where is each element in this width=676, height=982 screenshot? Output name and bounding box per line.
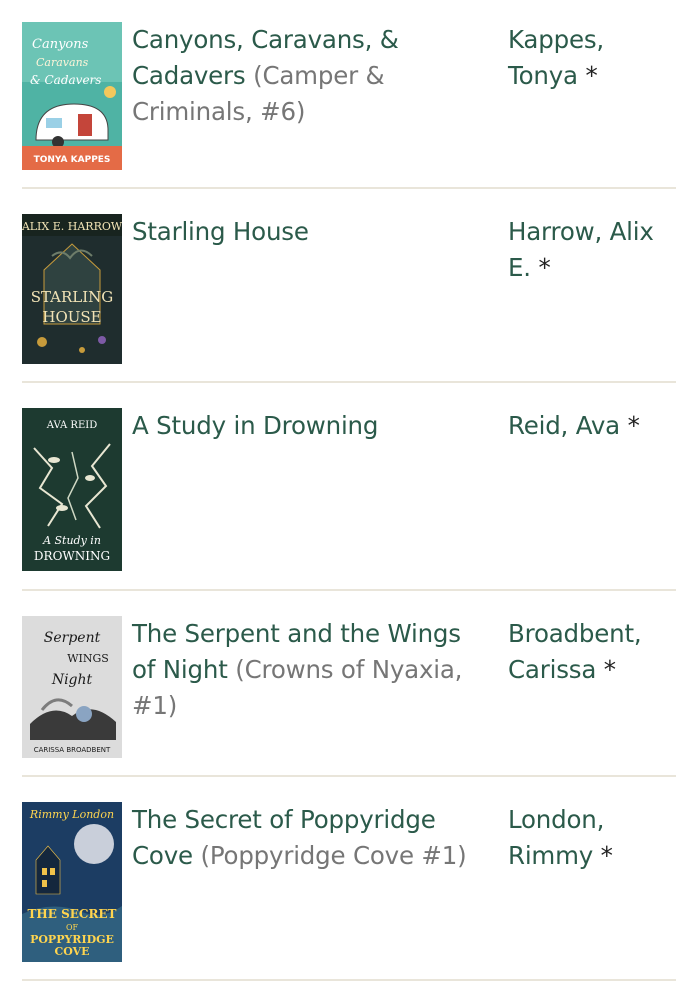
row-divider (22, 381, 676, 383)
book-title-link[interactable]: Starling House (132, 217, 309, 246)
book-cover-link[interactable]: Rimmy London THE SECRET OF POPPYRIDGE CO… (22, 802, 122, 962)
author-marker: * (538, 253, 551, 282)
svg-text:HOUSE: HOUSE (42, 308, 101, 326)
svg-text:DROWNING: DROWNING (34, 549, 110, 563)
book-cover-image: Rimmy London THE SECRET OF POPPYRIDGE CO… (22, 802, 122, 962)
svg-text:Caravans: Caravans (36, 56, 89, 69)
book-cover-link[interactable]: ALIX E. HARROW STARLING HOUSE (22, 214, 122, 364)
author-marker: * (603, 655, 616, 684)
book-cover-link[interactable]: Canyons Caravans & Cadavers TONYA KAPPES (22, 22, 122, 170)
svg-text:OF: OF (66, 923, 79, 932)
book-title-cell: Canyons, Caravans, & Cadavers (Camper & … (132, 22, 482, 130)
book-author-link[interactable]: Harrow, Alix E. (508, 217, 654, 282)
svg-text:THE SECRET: THE SECRET (27, 907, 116, 921)
author-marker: * (585, 61, 598, 90)
book-cover-link[interactable]: Serpent WINGS Night CARISSA BROADBENT (22, 616, 122, 758)
row-divider (22, 187, 676, 189)
svg-text:Night: Night (51, 672, 93, 688)
svg-text:& Cadavers: & Cadavers (30, 73, 101, 87)
book-author-link[interactable]: Reid, Ava (508, 411, 620, 440)
book-cover-image: AVA REID A Study in DROWNING (22, 408, 122, 571)
book-cover-image: ALIX E. HARROW STARLING HOUSE (22, 214, 122, 364)
svg-text:A Study in: A Study in (42, 534, 101, 547)
book-author-cell: Broadbent, Carissa * (508, 616, 668, 688)
book-cover-link[interactable]: AVA REID A Study in DROWNING (22, 408, 122, 571)
book-author-link[interactable]: London, Rimmy (508, 805, 604, 870)
row-divider (22, 775, 676, 777)
svg-text:WINGS: WINGS (67, 652, 109, 665)
svg-text:Canyons: Canyons (32, 37, 89, 52)
book-author-cell: London, Rimmy * (508, 802, 668, 874)
svg-text:ALIX E. HARROW: ALIX E. HARROW (22, 220, 122, 233)
svg-text:AVA REID: AVA REID (46, 420, 97, 431)
svg-text:TONYA KAPPES: TONYA KAPPES (34, 155, 111, 165)
book-author-cell: Reid, Ava * (508, 408, 668, 444)
book-title-cell: Starling House (132, 214, 482, 250)
book-cover-image: Serpent WINGS Night CARISSA BROADBENT (22, 616, 122, 758)
svg-text:COVE: COVE (54, 945, 89, 958)
row-divider (22, 979, 676, 981)
book-title-cell: The Secret of Poppyridge Cove (Poppyridg… (132, 802, 482, 874)
book-title-link[interactable]: A Study in Drowning (132, 411, 378, 440)
book-title-cell: The Serpent and the Wings of Night (Crow… (132, 616, 482, 724)
book-title-cell: A Study in Drowning (132, 408, 482, 444)
svg-text:Serpent: Serpent (44, 630, 101, 646)
book-author-cell: Harrow, Alix E. * (508, 214, 668, 286)
book-author-link[interactable]: Broadbent, Carissa (508, 619, 642, 684)
author-marker: * (600, 841, 613, 870)
author-marker: * (627, 411, 640, 440)
svg-text:CARISSA BROADBENT: CARISSA BROADBENT (34, 746, 111, 754)
book-author-cell: Kappes, Tonya * (508, 22, 668, 94)
svg-text:Rimmy London: Rimmy London (29, 808, 114, 821)
row-divider (22, 589, 676, 591)
book-cover-image: Canyons Caravans & Cadavers TONYA KAPPES (22, 22, 122, 170)
book-series: (Poppyridge Cove #1) (200, 841, 467, 870)
svg-text:STARLING: STARLING (31, 288, 114, 306)
